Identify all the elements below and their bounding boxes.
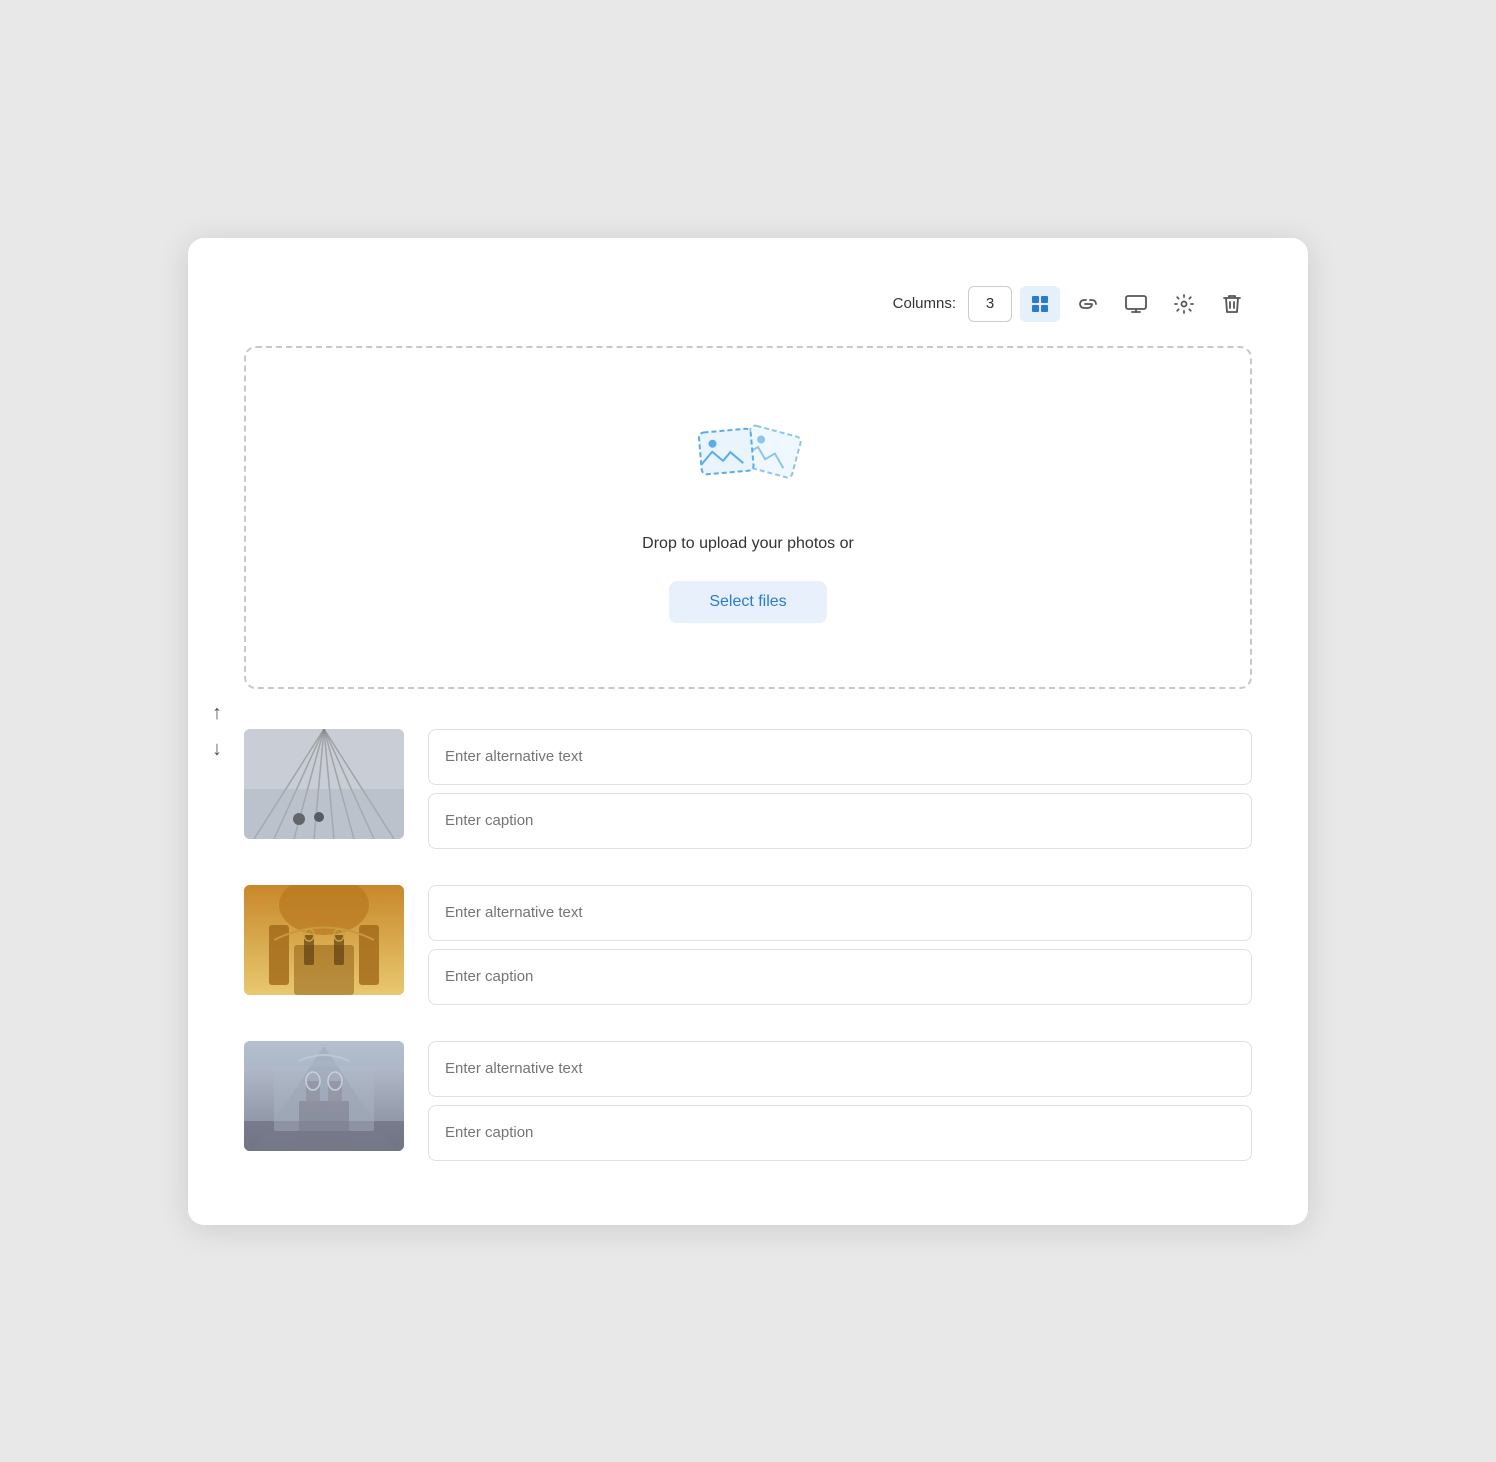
image-fields [428,1041,1252,1161]
image-fields [428,729,1252,849]
caption-input[interactable] [428,793,1252,849]
alt-text-input[interactable] [428,729,1252,785]
image-fields [428,885,1252,1005]
side-arrows: ↑ ↓ [212,703,222,759]
arrow-up[interactable]: ↑ [212,703,222,723]
alt-text-input[interactable] [428,885,1252,941]
image-rows-container [244,729,1252,1161]
toolbar: Columns: [244,286,1252,322]
link-button[interactable] [1068,286,1108,322]
columns-label: Columns: [893,295,956,312]
monitor-button[interactable] [1116,286,1156,322]
drop-zone[interactable]: Drop to upload your photos or Select fil… [244,346,1252,689]
delete-button[interactable] [1212,286,1252,322]
thumbnail [244,885,404,995]
thumbnail [244,729,404,839]
caption-input[interactable] [428,1105,1252,1161]
main-card: ↑ ↓ Columns: [188,238,1308,1225]
caption-input[interactable] [428,949,1252,1005]
select-files-button[interactable]: Select files [669,581,826,623]
thumbnail [244,1041,404,1151]
image-row [244,885,1252,1005]
drop-zone-text: Drop to upload your photos or [642,535,854,553]
arrow-down[interactable]: ↓ [212,739,222,759]
alt-text-input[interactable] [428,1041,1252,1097]
grid-view-button[interactable] [1020,286,1060,322]
upload-icon [683,412,813,507]
image-row [244,729,1252,849]
columns-input[interactable] [968,286,1012,322]
image-row [244,1041,1252,1161]
settings-button[interactable] [1164,286,1204,322]
